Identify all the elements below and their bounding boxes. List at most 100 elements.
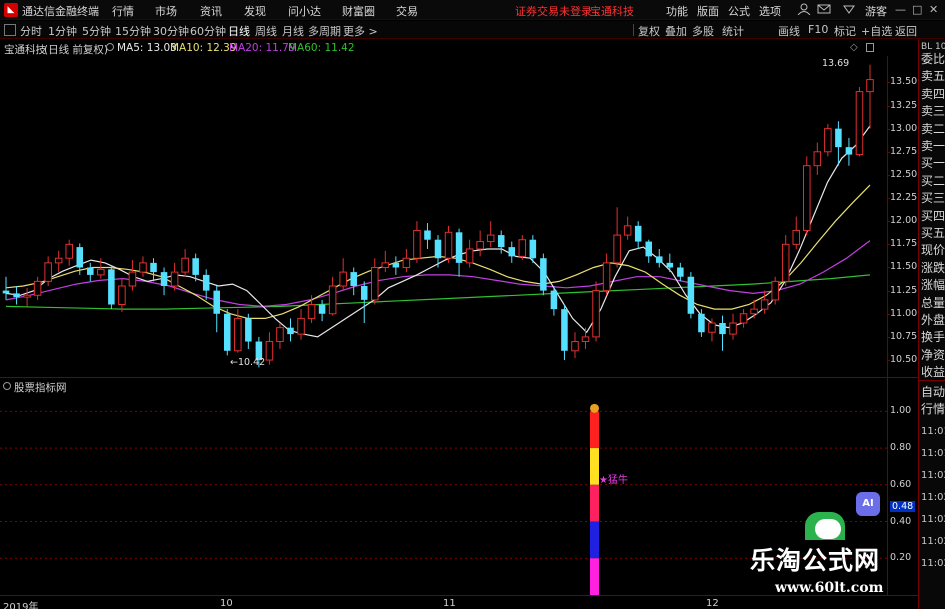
adjust-button[interactable]: 复权: [638, 23, 660, 39]
menu-quote[interactable]: 行情: [112, 3, 134, 19]
candle-body-up: [307, 304, 316, 319]
period-30min[interactable]: 30分钟: [153, 23, 189, 39]
candle-body-up: [65, 243, 73, 259]
info-adjust: (日线 前复权): [44, 44, 109, 56]
chart-expand-icon[interactable]: [866, 43, 874, 52]
tick-panel-tab[interactable]: 行情: [921, 402, 945, 417]
quote-field-label: 买三: [921, 191, 945, 206]
price-tick-mark: [887, 360, 890, 362]
ai-assistant-button[interactable]: AI: [856, 492, 880, 516]
candle-body-down: [424, 230, 431, 240]
indicator-tick-label: 0.40: [890, 515, 912, 527]
candle-body-down: [202, 274, 210, 291]
candle-body-up: [339, 271, 347, 287]
period-15min[interactable]: 15分钟: [115, 23, 151, 39]
price-tick-mark: [887, 174, 890, 176]
candle-body-up: [781, 243, 790, 282]
candle-body-down: [455, 232, 463, 263]
period-toolbar: 分时 1分钟 5分钟 15分钟 30分钟 60分钟 日线 周线 月线 多周期 更…: [0, 21, 945, 39]
price-tick-label: 12.75: [890, 145, 918, 157]
watermark-url: www.60lt.com: [775, 580, 884, 596]
ma-settings-icon[interactable]: [106, 43, 114, 51]
candle-body-down: [213, 290, 220, 314]
candle-body-up: [234, 317, 242, 352]
candle-body-up: [328, 285, 337, 315]
minimize-icon[interactable]: —: [895, 3, 906, 16]
price-tick-mark: [887, 336, 890, 338]
candle-body-down: [835, 128, 842, 148]
mark-button[interactable]: 标记: [834, 23, 856, 39]
menu-options[interactable]: 选项: [759, 3, 781, 19]
signal-bar-segment: [590, 521, 599, 559]
add-watchlist-button[interactable]: +自选: [861, 23, 892, 39]
quote-field-label: 收益: [921, 365, 945, 380]
back-button[interactable]: 返回: [895, 23, 917, 39]
candle-body-up: [803, 165, 811, 231]
period-multi[interactable]: 多周期: [308, 23, 341, 39]
maximize-icon[interactable]: □: [912, 3, 922, 16]
tick-time: 11:02: [921, 492, 945, 503]
low-price-value: 10.42: [237, 357, 266, 368]
period-daily[interactable]: 日线: [228, 23, 250, 39]
candlestick-chart[interactable]: [0, 56, 887, 377]
candle-body-up: [729, 322, 737, 335]
period-monthly[interactable]: 月线: [282, 23, 304, 39]
main-chart-bottom-border: [0, 377, 918, 378]
quote-field-label: 涨幅: [921, 278, 945, 293]
close-icon[interactable]: ✕: [929, 3, 938, 16]
stats-button[interactable]: 统计: [722, 23, 744, 39]
period-more[interactable]: 更多 >: [343, 23, 378, 39]
quote-field-label: 总量: [921, 295, 945, 310]
period-60min[interactable]: 60分钟: [190, 23, 226, 39]
chart-option-icon[interactable]: ◇: [850, 42, 858, 53]
quote-field-label: 买四: [921, 208, 945, 223]
indicator-tick-label: 0.80: [890, 442, 912, 454]
indicator-settings-icon[interactable]: [3, 382, 11, 390]
settings-icon[interactable]: [842, 3, 856, 15]
wechat-float-icon-inner: [815, 519, 841, 539]
period-1min[interactable]: 1分钟: [48, 23, 77, 39]
price-tick-label: 13.25: [890, 99, 918, 111]
indicator-name[interactable]: 股票指标网: [14, 380, 67, 395]
period-weekly[interactable]: 周线: [255, 23, 277, 39]
menu-wealth[interactable]: 财富圈: [342, 3, 375, 19]
quote-field-label: 涨跌: [921, 260, 945, 275]
tick-time: 11:01: [921, 426, 945, 437]
toolbar-divider: [633, 24, 634, 36]
mail-icon[interactable]: [817, 3, 831, 15]
candle-body-up: [581, 336, 590, 343]
candle-body-up: [708, 322, 716, 333]
price-axis: 13.50 13.25 13.00 12.75 12.50 12.25 12.00 11.75…: [887, 56, 918, 377]
watermark-title: 乐淘公式网: [750, 546, 881, 575]
tick-panel-tab[interactable]: 自动: [921, 385, 945, 400]
guest-label[interactable]: 游客: [865, 3, 887, 19]
draw-button[interactable]: 画线: [778, 23, 800, 39]
quote-field-label: 卖二: [921, 121, 945, 136]
menu-layout[interactable]: 版面: [697, 3, 719, 19]
menu-function[interactable]: 功能: [666, 3, 688, 19]
candle-body-down: [719, 323, 726, 335]
signal-bar-segment: [590, 448, 599, 485]
multi-stock-button[interactable]: 多股: [692, 23, 714, 39]
menu-formula[interactable]: 公式: [728, 3, 750, 19]
menu-ask[interactable]: 问小达: [288, 3, 321, 19]
avatar-icon[interactable]: [797, 3, 811, 16]
price-tick-mark: [887, 82, 890, 84]
candle-body-down: [245, 318, 252, 342]
candle-body-down: [318, 304, 326, 314]
period-5min[interactable]: 5分钟: [82, 23, 111, 39]
f10-button[interactable]: F10: [808, 23, 828, 36]
menu-market[interactable]: 市场: [155, 3, 177, 19]
login-status[interactable]: 证券交易未登录: [515, 3, 592, 19]
indicator-header: 股票指标网: [0, 380, 200, 394]
price-tick-label: 11.25: [890, 284, 918, 296]
period-timeshare[interactable]: 分时: [20, 23, 42, 39]
overlay-button[interactable]: 叠加: [665, 23, 687, 39]
menu-trade[interactable]: 交易: [396, 3, 418, 19]
toggle-panel-icon[interactable]: [4, 24, 16, 36]
price-tick-label: 11.00: [890, 307, 918, 319]
ma5-line: [5, 125, 871, 338]
info-stock-name: 宝通科技: [4, 44, 46, 56]
menu-discover[interactable]: 发现: [244, 3, 266, 19]
menu-news[interactable]: 资讯: [200, 3, 222, 19]
